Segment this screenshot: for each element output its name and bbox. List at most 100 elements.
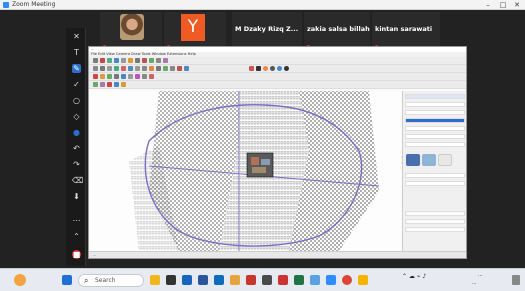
tray-header[interactable] bbox=[405, 94, 465, 99]
tape-icon[interactable] bbox=[163, 58, 168, 63]
store-icon[interactable] bbox=[262, 275, 272, 285]
tray-panel[interactable] bbox=[405, 126, 465, 131]
scenes-icon[interactable] bbox=[277, 66, 282, 71]
color-picker-icon[interactable]: ● bbox=[72, 128, 81, 137]
redo-icon[interactable]: ↷ bbox=[72, 160, 81, 169]
move-icon[interactable] bbox=[135, 58, 140, 63]
push-pull-icon[interactable] bbox=[128, 58, 133, 63]
walk-icon[interactable] bbox=[121, 82, 126, 87]
zoom-icon[interactable] bbox=[107, 66, 112, 71]
tray-panel[interactable] bbox=[405, 219, 465, 224]
participant-tile[interactable]: M Dzaky Rizq Z... ... bbox=[232, 12, 302, 50]
scale-icon[interactable] bbox=[149, 58, 154, 63]
clear-icon[interactable]: ⌫ bbox=[72, 176, 83, 185]
sandbox-icon[interactable] bbox=[93, 74, 98, 79]
tray-panel[interactable] bbox=[405, 211, 465, 216]
dimension-icon[interactable] bbox=[149, 74, 154, 79]
zoom-extents-icon[interactable] bbox=[114, 66, 119, 71]
participant-tile[interactable]: ... bbox=[100, 12, 162, 50]
warehouse-icon[interactable] bbox=[121, 74, 126, 79]
tray-panel[interactable] bbox=[405, 142, 465, 147]
pan-icon[interactable] bbox=[100, 66, 105, 71]
acrobat-icon[interactable] bbox=[278, 275, 288, 285]
front-view-icon[interactable] bbox=[135, 66, 140, 71]
photo-texture-icon[interactable] bbox=[107, 82, 112, 87]
tray-panel[interactable] bbox=[405, 102, 465, 107]
excel-icon[interactable] bbox=[294, 275, 304, 285]
solid-tools-icon[interactable] bbox=[114, 74, 119, 79]
teams-icon[interactable] bbox=[326, 275, 336, 285]
participant-tile[interactable]: zakia salsa billah ... bbox=[304, 12, 370, 50]
styles-icon[interactable] bbox=[249, 66, 254, 71]
tray-panel[interactable] bbox=[405, 110, 465, 115]
material-swatch[interactable] bbox=[438, 154, 452, 166]
axes-icon[interactable] bbox=[184, 66, 189, 71]
top-view-icon[interactable] bbox=[128, 66, 133, 71]
stop-share-icon[interactable]: ■ bbox=[72, 250, 81, 259]
right-view-icon[interactable] bbox=[142, 66, 147, 71]
more-options-icon[interactable]: ⋯ bbox=[72, 216, 81, 225]
system-tray-icons[interactable]: ⌃ ☁ ⌁ ♪ bbox=[402, 273, 426, 280]
checkmark-icon[interactable]: ✓ bbox=[72, 80, 81, 89]
weather-icon[interactable] bbox=[14, 274, 26, 286]
material-swatch[interactable] bbox=[406, 154, 420, 166]
task-view-icon[interactable] bbox=[166, 275, 176, 285]
layers-icon[interactable] bbox=[256, 66, 261, 71]
close-annotation-icon[interactable]: ✕ bbox=[72, 32, 81, 41]
sketchup-icon[interactable] bbox=[246, 275, 256, 285]
tray-panel[interactable] bbox=[405, 181, 465, 186]
notification-icon[interactable] bbox=[512, 275, 520, 285]
line-icon[interactable] bbox=[107, 58, 112, 63]
orbit-icon[interactable] bbox=[93, 66, 98, 71]
eraser-icon[interactable]: ◇ bbox=[72, 112, 81, 121]
tray-selected-row[interactable] bbox=[405, 118, 465, 123]
paint-icon[interactable] bbox=[135, 74, 140, 79]
materials-icon[interactable] bbox=[263, 66, 268, 71]
participant-tile[interactable]: kintan sarawati ... bbox=[372, 12, 440, 50]
tray-panel[interactable] bbox=[405, 134, 465, 139]
word-icon[interactable] bbox=[198, 275, 208, 285]
widgets-icon[interactable] bbox=[150, 275, 160, 285]
xray-icon[interactable] bbox=[149, 66, 154, 71]
follow-me-icon[interactable] bbox=[100, 74, 105, 79]
text-icon[interactable] bbox=[142, 74, 147, 79]
material-swatch[interactable] bbox=[422, 154, 436, 166]
rotate-icon[interactable] bbox=[142, 58, 147, 63]
maximize-button[interactable]: □ bbox=[496, 0, 510, 10]
offset-icon[interactable] bbox=[156, 58, 161, 63]
wireframe-icon[interactable] bbox=[156, 66, 161, 71]
rectangle-icon[interactable] bbox=[121, 58, 126, 63]
arc-icon[interactable] bbox=[114, 58, 119, 63]
search-box[interactable]: ⌕ Search bbox=[78, 274, 144, 287]
taskbar-date[interactable]: ... bbox=[472, 280, 477, 286]
taskbar-clock[interactable]: ... bbox=[478, 272, 483, 278]
shape-tool-icon[interactable]: ○ bbox=[72, 96, 81, 105]
tray-panel[interactable] bbox=[405, 173, 465, 178]
add-location-icon[interactable] bbox=[93, 82, 98, 87]
zoom-taskbar-icon[interactable] bbox=[182, 275, 192, 285]
intersect-icon[interactable] bbox=[107, 74, 112, 79]
minimize-button[interactable]: – bbox=[481, 0, 495, 10]
textured-icon[interactable] bbox=[170, 66, 175, 71]
start-icon[interactable] bbox=[62, 275, 72, 285]
components-icon[interactable] bbox=[270, 66, 275, 71]
shaded-icon[interactable] bbox=[163, 66, 168, 71]
edge-icon[interactable] bbox=[214, 275, 224, 285]
pen-tool-icon[interactable]: ✎ bbox=[72, 64, 81, 73]
close-button[interactable]: ✕ bbox=[510, 0, 524, 10]
chrome-icon[interactable] bbox=[342, 275, 352, 285]
tray-panel[interactable] bbox=[405, 227, 465, 232]
participant-tile[interactable]: Y ... bbox=[164, 12, 226, 50]
undo-icon[interactable]: ↶ bbox=[72, 144, 81, 153]
geo-icon[interactable] bbox=[114, 82, 119, 87]
file-explorer-icon[interactable] bbox=[230, 275, 240, 285]
mail-icon[interactable] bbox=[310, 275, 320, 285]
shadows-icon[interactable] bbox=[284, 66, 289, 71]
terrain-icon[interactable] bbox=[100, 82, 105, 87]
spotlight-icon[interactable]: ⌃ bbox=[72, 232, 81, 241]
save-icon[interactable]: ⬇ bbox=[72, 192, 81, 201]
photos-icon[interactable] bbox=[358, 275, 368, 285]
text-tool-icon[interactable]: T bbox=[72, 48, 81, 57]
sketchup-viewport[interactable] bbox=[89, 91, 401, 251]
extension-icon[interactable] bbox=[128, 74, 133, 79]
